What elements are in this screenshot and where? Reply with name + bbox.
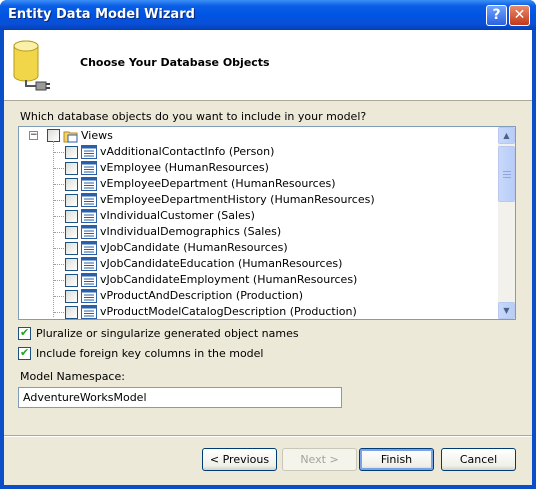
pluralize-label[interactable]: Pluralize or singularize generated objec…	[36, 327, 299, 340]
tree-item-label: vEmployee (HumanResources)	[100, 161, 269, 174]
tree-item-label: vProductModelCatalogDescription (Product…	[100, 305, 357, 318]
database-icon	[13, 40, 50, 91]
wizard-header: Choose Your Database Objects	[4, 30, 532, 101]
view-icon	[81, 241, 97, 255]
tree-item[interactable]: vEmployeeDepartment (HumanResources)	[19, 176, 489, 192]
finish-button[interactable]: Finish	[359, 448, 434, 471]
tree-item-label: vEmployeeDepartment (HumanResources)	[100, 177, 336, 190]
tree-item-label: vEmployeeDepartmentHistory (HumanResourc…	[100, 193, 375, 206]
tree-item-checkbox[interactable]	[65, 290, 78, 303]
collapse-toggle-icon[interactable]: −	[29, 131, 38, 140]
tree-connector	[54, 312, 64, 313]
objects-prompt: Which database objects do you want to in…	[20, 110, 367, 123]
tree-connector	[54, 152, 64, 153]
tree-scrollbar[interactable]: ▲ ▼	[498, 127, 515, 319]
foreign-keys-label[interactable]: Include foreign key columns in the model	[36, 347, 264, 360]
tree-item-checkbox[interactable]	[65, 274, 78, 287]
tree-item-checkbox[interactable]	[65, 146, 78, 159]
folder-icon	[63, 131, 78, 143]
tree-item[interactable]: vJobCandidate (HumanResources)	[19, 240, 489, 256]
next-button: Next >	[282, 448, 357, 471]
tree-connector	[54, 216, 64, 217]
tree-item[interactable]: vAdditionalContactInfo (Person)	[19, 144, 489, 160]
check-mark-icon: ✔	[20, 346, 30, 359]
scroll-down-button[interactable]: ▼	[498, 302, 515, 319]
view-icon	[81, 193, 97, 207]
tree-item[interactable]: vEmployeeDepartmentHistory (HumanResourc…	[19, 192, 489, 208]
button-separator	[4, 435, 532, 437]
tree-item[interactable]: vProductModelCatalogDescription (Product…	[19, 304, 489, 319]
tree-item-checkbox[interactable]	[65, 178, 78, 191]
foreign-keys-checkbox[interactable]: ✔	[18, 346, 31, 360]
tree-connector	[54, 280, 64, 281]
tree-item-label: vProductAndDescription (Production)	[100, 289, 304, 302]
page-title: Choose Your Database Objects	[80, 56, 270, 69]
view-icon	[81, 177, 97, 191]
tree-connector	[54, 232, 64, 233]
help-button[interactable]: ?	[486, 5, 507, 26]
tree-root-label: Views	[81, 129, 113, 142]
view-icon	[81, 257, 97, 271]
view-icon	[81, 161, 97, 175]
view-icon	[81, 209, 97, 223]
tree-item-checkbox[interactable]	[65, 242, 78, 255]
pluralize-checkbox[interactable]: ✔	[18, 326, 31, 340]
database-objects-tree[interactable]: − Views vAdditionalContactInfo (Person) vEm…	[18, 126, 516, 320]
tree-item[interactable]: vJobCandidateEducation (HumanResources)	[19, 256, 489, 272]
wizard-window: Entity Data Model Wizard ? ✕ Choose Your…	[0, 0, 536, 489]
cancel-button[interactable]: Cancel	[441, 448, 516, 471]
view-icon	[81, 225, 97, 239]
tree-connector	[54, 264, 64, 265]
tree-item-label: vJobCandidateEmployment (HumanResources)	[100, 273, 358, 286]
check-mark-icon: ✔	[20, 326, 30, 339]
tree-item[interactable]: vProductAndDescription (Production)	[19, 288, 489, 304]
tree-connector	[54, 248, 64, 249]
tree-root-views[interactable]: − Views	[19, 128, 489, 144]
previous-button[interactable]: < Previous	[202, 448, 277, 471]
tree-item-checkbox[interactable]	[65, 194, 78, 207]
window-title: Entity Data Model Wizard	[8, 7, 195, 22]
tree-item-checkbox[interactable]	[65, 162, 78, 175]
close-button[interactable]: ✕	[509, 5, 530, 26]
tree-connector	[54, 184, 64, 185]
tree-item[interactable]: vIndividualDemographics (Sales)	[19, 224, 489, 240]
view-icon	[81, 145, 97, 159]
title-bar[interactable]: Entity Data Model Wizard ? ✕	[0, 0, 536, 30]
view-icon	[81, 273, 97, 287]
view-icon	[81, 289, 97, 303]
tree-item-checkbox[interactable]	[65, 210, 78, 223]
tree-item-label: vAdditionalContactInfo (Person)	[100, 145, 275, 158]
scroll-up-button[interactable]: ▲	[498, 127, 515, 144]
dialog-body: Choose Your Database Objects Which datab…	[4, 30, 532, 485]
tree-item-label: vIndividualCustomer (Sales)	[100, 209, 255, 222]
tree-connector	[54, 168, 64, 169]
tree-connector	[54, 200, 64, 201]
view-icon	[81, 305, 97, 319]
tree-item[interactable]: vEmployee (HumanResources)	[19, 160, 489, 176]
scroll-thumb[interactable]	[498, 146, 515, 202]
tree-item-checkbox[interactable]	[65, 306, 78, 319]
tree-item-checkbox[interactable]	[65, 258, 78, 271]
namespace-input[interactable]	[18, 387, 342, 408]
tree-item-label: vJobCandidate (HumanResources)	[100, 241, 288, 254]
tree-connector	[54, 296, 64, 297]
tree-item-checkbox[interactable]	[65, 226, 78, 239]
namespace-label: Model Namespace:	[20, 370, 125, 383]
tree-item[interactable]: vIndividualCustomer (Sales)	[19, 208, 489, 224]
tree-item-label: vJobCandidateEducation (HumanResources)	[100, 257, 343, 270]
tree-item-label: vIndividualDemographics (Sales)	[100, 225, 282, 238]
tree-item[interactable]: vJobCandidateEmployment (HumanResources)	[19, 272, 489, 288]
